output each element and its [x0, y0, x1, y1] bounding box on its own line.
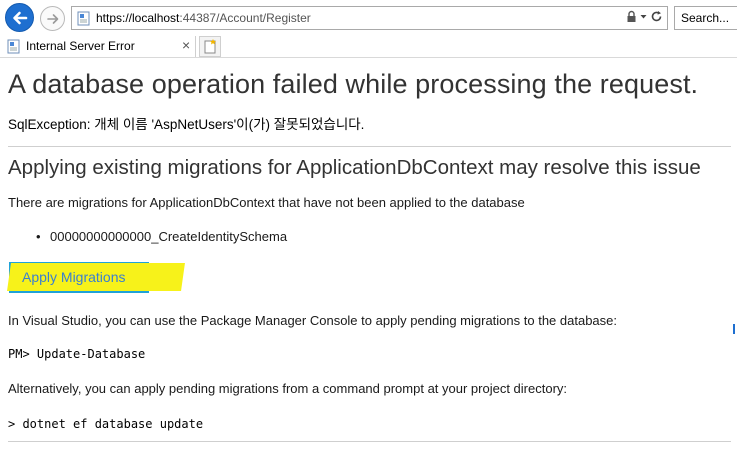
cli-command: > dotnet ef database update [8, 417, 204, 431]
url-host: https://localhost [96, 11, 180, 25]
divider [8, 441, 731, 442]
cli-instructions: Alternatively, you can apply pending mig… [8, 381, 568, 396]
new-tab-icon [204, 39, 216, 54]
exception-message: SqlException: 개체 이름 'AspNetUsers'이(가) 잘못… [8, 117, 365, 132]
browser-toolbar: https://localhost:44387/Account/Register… [0, 0, 737, 36]
new-tab-button[interactable] [199, 36, 221, 57]
tab-title: Internal Server Error [26, 39, 135, 53]
forward-button[interactable] [40, 6, 65, 31]
apply-migrations-label[interactable]: Apply Migrations [22, 269, 126, 285]
search-box[interactable]: Search... [674, 6, 737, 30]
lock-icon[interactable] [626, 10, 637, 23]
url-path: :44387/Account/Register [179, 11, 311, 25]
address-bar-icons [626, 10, 663, 23]
search-placeholder: Search... [681, 11, 730, 25]
page-title: A database operation failed while proces… [8, 69, 699, 99]
page-icon [77, 11, 90, 26]
tab-internal-server-error[interactable]: Internal Server Error × [2, 36, 196, 57]
vs-instructions: In Visual Studio, you can use the Packag… [8, 313, 617, 328]
back-arrow-icon [12, 11, 27, 24]
divider [8, 146, 731, 147]
url-text[interactable]: https://localhost:44387/Account/Register [96, 11, 311, 25]
migration-name: 00000000000000_CreateIdentitySchema [50, 229, 288, 244]
migrations-intro: There are migrations for ApplicationDbCo… [8, 195, 525, 210]
refresh-icon[interactable] [650, 10, 663, 23]
back-button[interactable] [5, 3, 34, 32]
list-item: • 00000000000000_CreateIdentitySchema [36, 229, 288, 244]
page-icon [7, 39, 20, 54]
scroll-marker [733, 324, 735, 334]
migrations-heading: Applying existing migrations for Applica… [8, 156, 701, 179]
close-icon[interactable]: × [182, 37, 190, 53]
forward-arrow-icon [46, 13, 58, 24]
address-bar[interactable]: https://localhost:44387/Account/Register [71, 6, 668, 30]
tab-bar: Internal Server Error × [0, 36, 737, 58]
pm-command: PM> Update-Database [8, 347, 146, 361]
chevron-down-icon[interactable] [640, 10, 647, 23]
